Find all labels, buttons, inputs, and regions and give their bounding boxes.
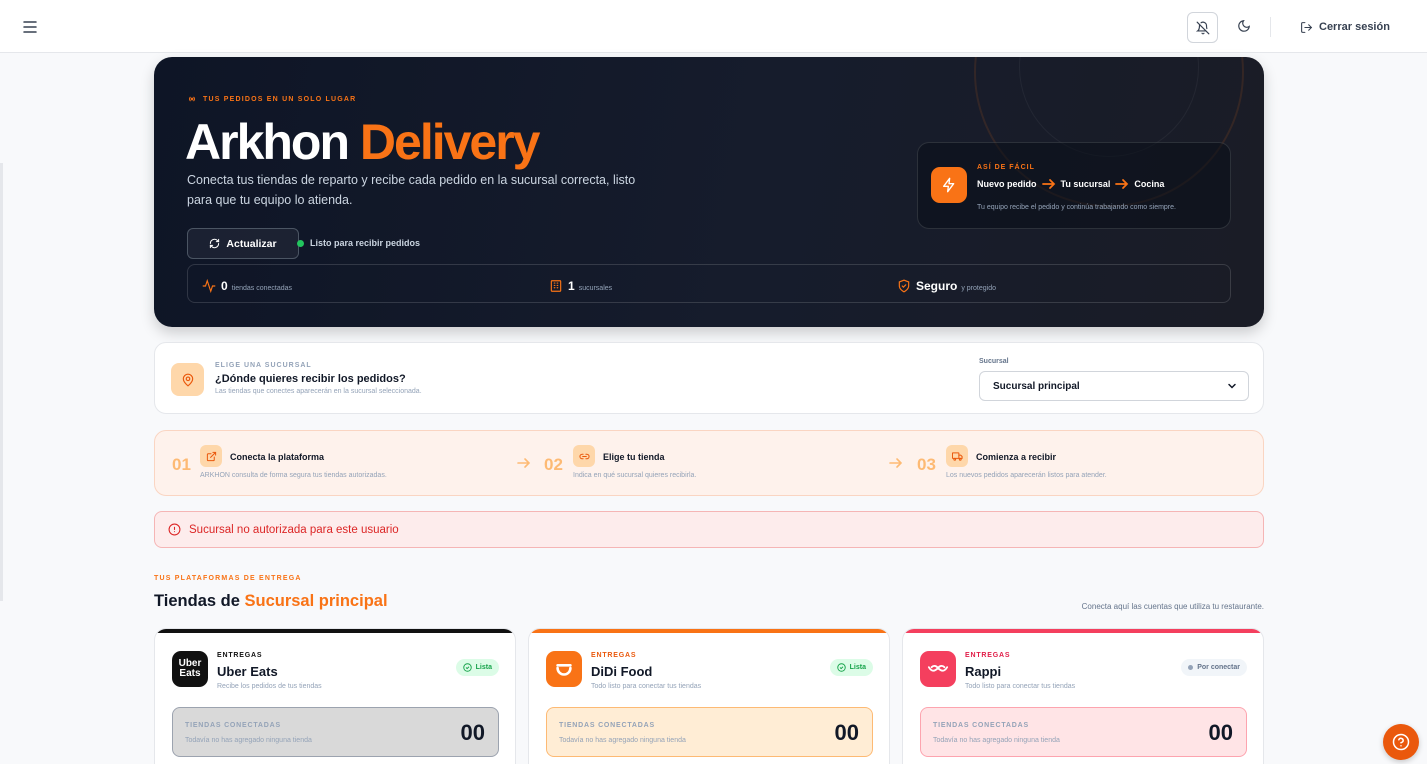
card-accent-bar [903, 629, 1263, 633]
arrow-right-icon [1115, 179, 1129, 189]
refresh-button[interactable]: Actualizar [187, 228, 299, 259]
hero-description: Conecta tus tiendas de reparto y recibe … [187, 173, 636, 207]
section-title: Tiendas de Sucursal principal [154, 592, 388, 610]
moon-icon [1238, 20, 1250, 32]
broadcast-icon [189, 96, 195, 102]
building-icon [550, 280, 562, 292]
ready-status: Listo para recibir pedidos [297, 238, 420, 248]
logout-label: Cerrar sesión [1319, 21, 1390, 33]
chevron-down-icon [1228, 383, 1236, 389]
platform-card-uber-eats[interactable]: Uber Eats ENTREGAS Uber Eats Recibe los … [154, 628, 516, 764]
status-badge: Por conectar [1181, 659, 1247, 676]
check-circle-icon [462, 663, 472, 672]
logout-icon [1301, 21, 1313, 33]
platform-card-rappi[interactable]: ENTREGAS Rappi Todo listo para conectar … [902, 628, 1264, 764]
help-button[interactable] [1383, 724, 1419, 760]
status-badge: Lista [829, 659, 873, 676]
logout-button[interactable]: Cerrar sesión [1300, 17, 1390, 37]
zap-icon [931, 167, 967, 203]
branch-selector-card: ELIGE UNA SUCURSAL ¿Dónde quieres recibi… [154, 342, 1264, 414]
notifications-button[interactable] [1187, 12, 1218, 43]
card-accent-bar [529, 629, 889, 633]
activity-icon [202, 279, 216, 293]
stat-secure: Seguro y protegido [896, 276, 996, 293]
status-dot [297, 239, 304, 247]
arrow-right-icon [1041, 179, 1055, 189]
side-rule [0, 163, 3, 601]
connected-stores-box: TIENDAS CONECTADAS Todavía no has agrega… [546, 707, 873, 757]
steps-card: 01 Conecta la plataforma ARKHON consulta… [154, 430, 1264, 496]
truck-icon [946, 445, 968, 467]
arrow-right-icon [889, 458, 903, 468]
section-hint: Conecta aquí las cuentas que utiliza tu … [1081, 602, 1264, 611]
uber-eats-logo: Uber Eats [172, 651, 208, 687]
stat-stores: 0 tiendas conectadas [201, 276, 292, 293]
branch-select[interactable]: Sucursal principal [979, 371, 1249, 401]
card-accent-bar [155, 629, 515, 633]
help-icon [1392, 733, 1410, 751]
status-badge: Lista [455, 659, 499, 676]
platform-card-didi-food[interactable]: ENTREGAS DiDi Food Todo listo para conec… [528, 628, 890, 764]
stats-bar: 0 tiendas conectadas 1 sucursales Seguro… [187, 264, 1231, 303]
hero-title: Arkhon Delivery [185, 114, 540, 170]
external-link-icon [200, 445, 222, 467]
rappi-logo [920, 651, 956, 687]
status-dot [1188, 665, 1194, 670]
link-icon [573, 445, 595, 467]
hero-eyebrow: TUS PEDIDOS EN UN SOLO LUGAR [187, 94, 356, 104]
shield-check-icon [898, 279, 910, 293]
didi-food-logo [546, 651, 582, 687]
bell-off-icon [1195, 21, 1209, 34]
error-alert: Sucursal no autorizada para este usuario [154, 511, 1264, 548]
map-pin-icon [171, 363, 204, 396]
refresh-icon [210, 238, 220, 249]
divider [1270, 17, 1271, 37]
top-bar: Cerrar sesión [0, 0, 1427, 53]
check-circle-icon [836, 663, 846, 672]
arrow-right-icon [517, 458, 531, 468]
menu-icon[interactable] [20, 17, 40, 37]
hero-banner: TUS PEDIDOS EN UN SOLO LUGAR Arkhon Deli… [154, 57, 1264, 327]
connected-stores-box: TIENDAS CONECTADAS Todavía no has agrega… [920, 707, 1247, 757]
alert-circle-icon [168, 523, 181, 536]
stat-branches: 1 sucursales [548, 276, 612, 293]
flow-steps: Nuevo pedido Tu sucursal Cocina [977, 179, 1165, 189]
connected-stores-box: TIENDAS CONECTADAS Todavía no has agrega… [172, 707, 499, 757]
how-it-works-card: ASÍ DE FÁCIL Nuevo pedido Tu sucursal Co… [917, 142, 1231, 229]
section-eyebrow: TUS PLATAFORMAS DE ENTREGA [154, 575, 302, 582]
theme-toggle[interactable] [1234, 16, 1254, 36]
